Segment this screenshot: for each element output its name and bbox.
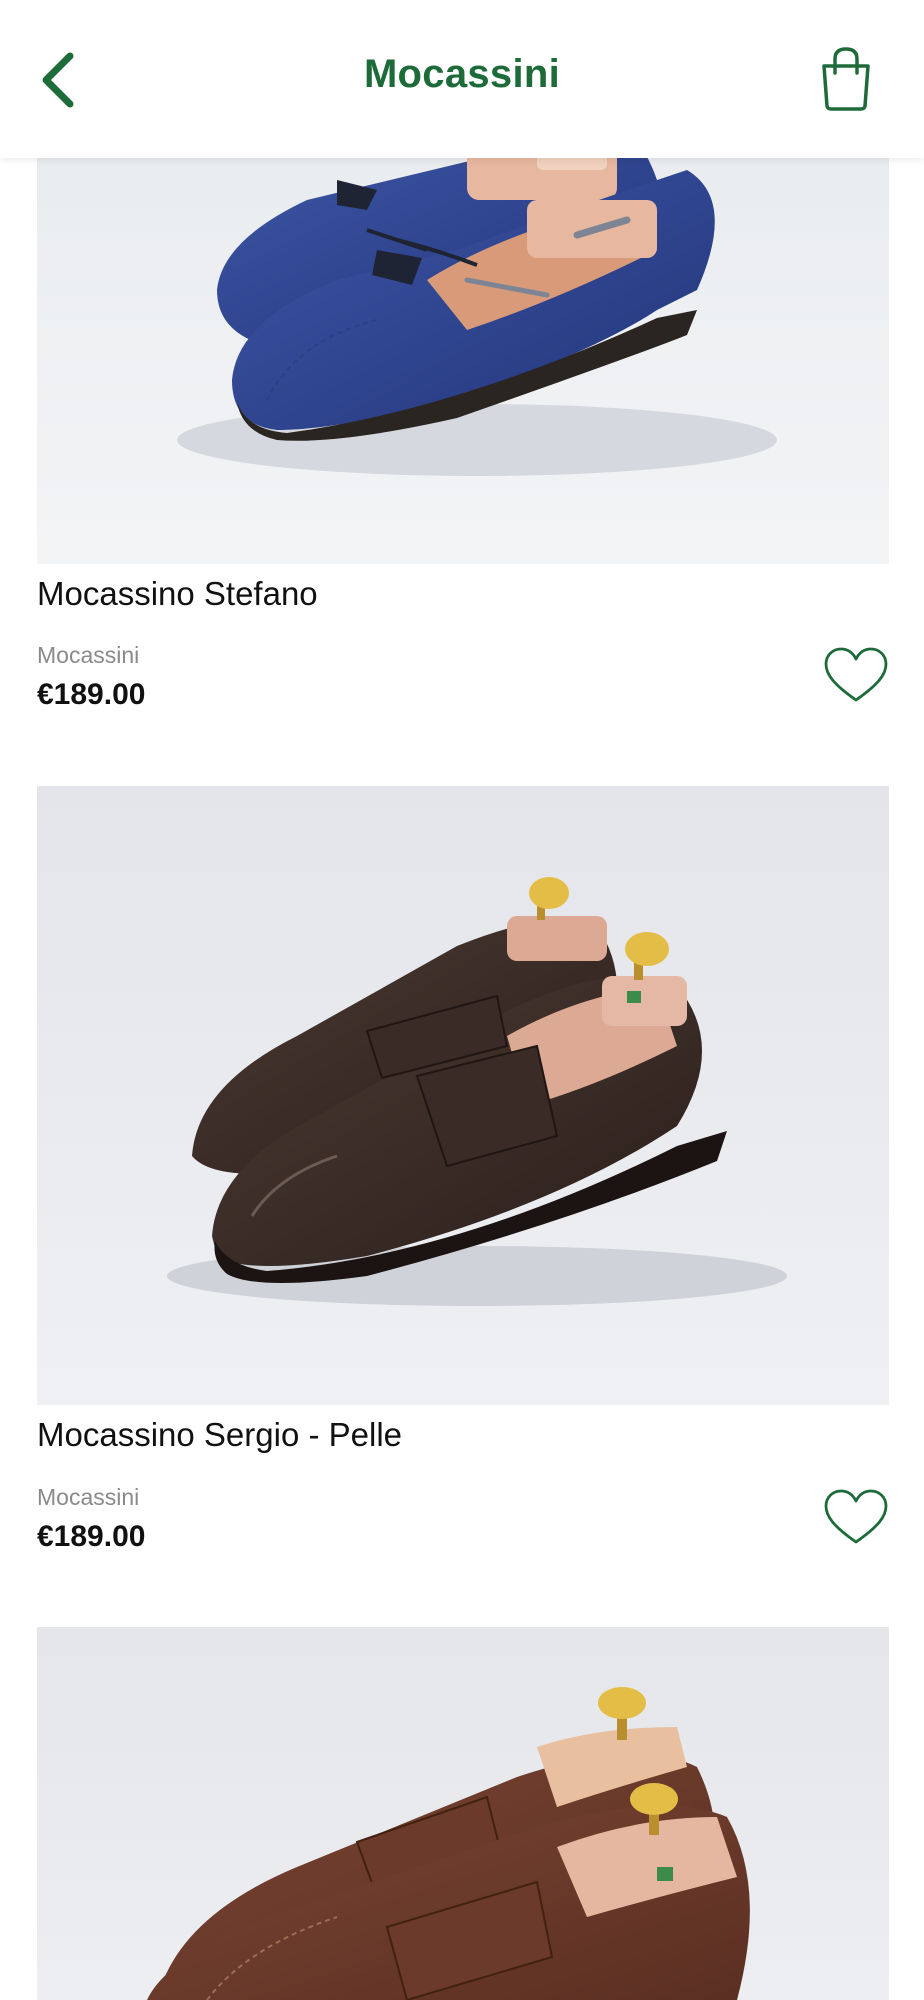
heart-icon: [824, 1489, 888, 1544]
product-category: Mocassini: [37, 642, 140, 668]
product-image[interactable]: [37, 1627, 889, 2000]
product-card[interactable]: Mocassino Sergio - Pelle Mocassini €189.…: [37, 786, 889, 1586]
product-name[interactable]: Mocassino Sergio - Pelle: [37, 1416, 402, 1454]
product-name[interactable]: Mocassino Stefano: [37, 575, 318, 613]
product-category: Mocassini: [37, 1484, 140, 1510]
favorite-button[interactable]: [823, 1488, 889, 1546]
product-image[interactable]: [37, 786, 889, 1405]
product-card[interactable]: [37, 1627, 889, 2000]
top-app-bar: Mocassini: [0, 0, 924, 158]
product-image[interactable]: [37, 140, 889, 564]
page-title: Mocassini: [363, 52, 561, 96]
cart-button[interactable]: [818, 46, 874, 112]
shopping-bag-icon: [822, 47, 870, 111]
product-price: €189.00: [37, 1520, 146, 1553]
heart-icon: [824, 647, 888, 702]
favorite-button[interactable]: [823, 646, 889, 704]
product-price: €189.00: [37, 678, 146, 711]
